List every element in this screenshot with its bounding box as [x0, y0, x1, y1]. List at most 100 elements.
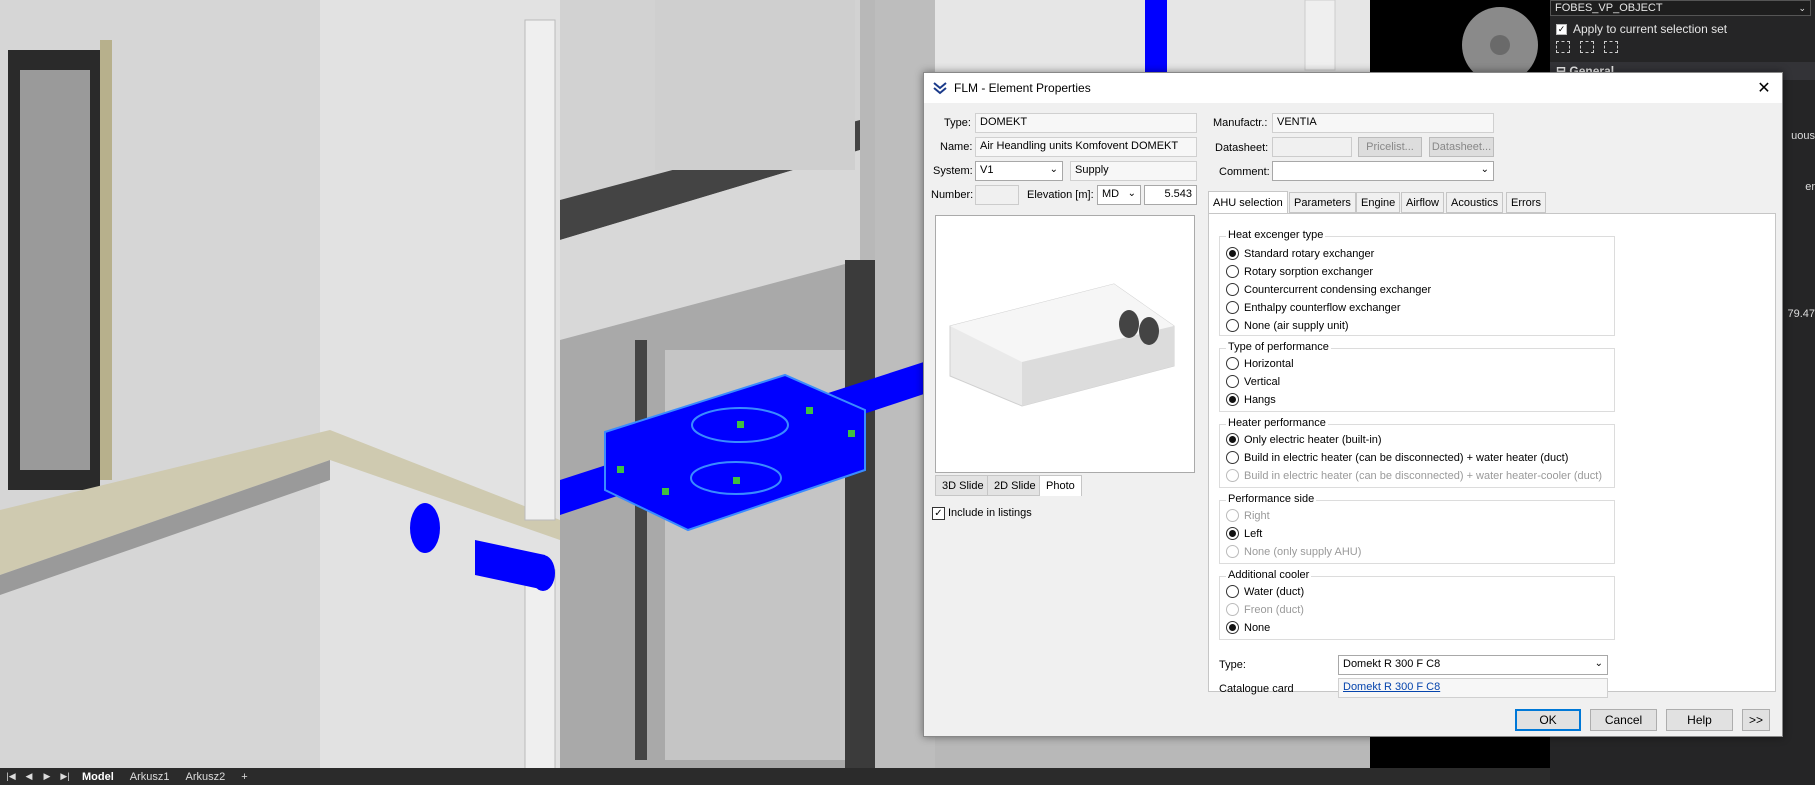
- radio-water-duct[interactable]: Water (duct): [1226, 585, 1304, 598]
- truncated-property-text: uous: [1791, 130, 1815, 142]
- pricelist-button[interactable]: Pricelist...: [1358, 137, 1422, 157]
- first-tab-button[interactable]: |◀: [4, 770, 18, 783]
- radio-button[interactable]: [1226, 265, 1239, 278]
- radio-button[interactable]: [1226, 621, 1239, 634]
- comment-select[interactable]: ⌄: [1272, 161, 1494, 181]
- additional-cooler-group: Additional cooler Water (duct) Freon (du…: [1219, 569, 1615, 640]
- radio-button[interactable]: [1226, 375, 1239, 388]
- name-label: Name:: [940, 141, 973, 153]
- chevron-down-icon: ⌄: [1594, 658, 1603, 669]
- radio-countercurrent[interactable]: Countercurrent condensing exchanger: [1226, 283, 1431, 296]
- cancel-button[interactable]: Cancel: [1590, 709, 1657, 731]
- chevron-down-icon: ⌄: [1127, 188, 1136, 199]
- product-photo-preview: [935, 215, 1195, 473]
- radio-standard-rotary[interactable]: Standard rotary exchanger: [1226, 247, 1374, 260]
- radio-button[interactable]: [1226, 509, 1239, 522]
- group-title: Type of performance: [1226, 341, 1331, 353]
- tab-engine[interactable]: Engine: [1356, 192, 1401, 213]
- prev-tab-button[interactable]: ◀: [22, 770, 36, 783]
- radio-button[interactable]: [1226, 469, 1239, 482]
- radio-button[interactable]: [1226, 451, 1239, 464]
- elevation-input[interactable]: 5.543: [1144, 185, 1197, 205]
- radio-electric-water-heater-cooler[interactable]: Build in electric heater (can be disconn…: [1226, 469, 1602, 482]
- heater-performance-group: Heater performance Only electric heater …: [1219, 417, 1615, 488]
- radio-right[interactable]: Right: [1226, 509, 1270, 522]
- radio-none-supply[interactable]: None (air supply unit): [1226, 319, 1349, 332]
- help-button[interactable]: Help: [1666, 709, 1733, 731]
- radio-none-only-supply[interactable]: None (only supply AHU): [1226, 545, 1361, 558]
- layout-tabbar: |◀ ◀ ▶ ▶| Model Arkusz1 Arkusz2 +: [0, 768, 1550, 785]
- tab-acoustics[interactable]: Acoustics: [1446, 192, 1504, 213]
- select-objects-icon[interactable]: [1556, 41, 1570, 53]
- system-select[interactable]: V1 ⌄: [975, 161, 1063, 181]
- radio-vertical[interactable]: Vertical: [1226, 375, 1280, 388]
- radio-none-cooler[interactable]: None: [1226, 621, 1270, 634]
- radio-electric-water-heater[interactable]: Build in electric heater (can be disconn…: [1226, 451, 1568, 464]
- radio-electric-heater[interactable]: Only electric heater (built-in): [1226, 433, 1382, 446]
- system-type-field[interactable]: Supply: [1070, 161, 1197, 181]
- radio-button[interactable]: [1226, 393, 1239, 406]
- chevron-down-icon: ⌄: [1049, 164, 1058, 175]
- catalogue-card-label: Catalogue card: [1219, 683, 1294, 695]
- tab-arkusz2[interactable]: Arkusz2: [180, 771, 232, 783]
- elevation-mode-select[interactable]: MD ⌄: [1097, 185, 1141, 205]
- group-title: Heat excenger type: [1226, 229, 1326, 241]
- ok-button[interactable]: OK: [1515, 709, 1581, 731]
- number-field[interactable]: [975, 185, 1019, 205]
- add-tab-button[interactable]: +: [235, 771, 253, 783]
- chevron-down-icon: ⌄: [1798, 2, 1806, 13]
- group-title: Performance side: [1226, 493, 1317, 505]
- tab-ahu-selection[interactable]: AHU selection: [1208, 191, 1288, 214]
- tab-arkusz1[interactable]: Arkusz1: [124, 771, 176, 783]
- tab-model[interactable]: Model: [76, 771, 120, 783]
- tab-airflow[interactable]: Airflow: [1401, 192, 1445, 213]
- manufacturer-field[interactable]: VENTIA: [1272, 113, 1494, 133]
- radio-button[interactable]: [1226, 527, 1239, 540]
- type-label: Type:: [944, 117, 971, 129]
- system-label: System:: [933, 165, 973, 177]
- radio-button[interactable]: [1226, 283, 1239, 296]
- catalogue-card-link[interactable]: Domekt R 300 F C8: [1343, 681, 1440, 693]
- radio-button[interactable]: [1226, 545, 1239, 558]
- flm-logo-icon: [933, 82, 947, 95]
- radio-button[interactable]: [1226, 585, 1239, 598]
- group-title: Heater performance: [1226, 417, 1328, 429]
- radio-button[interactable]: [1226, 433, 1239, 446]
- tab-photo[interactable]: Photo: [1039, 475, 1082, 496]
- include-listings-label: Include in listings: [948, 507, 1032, 519]
- radio-rotary-sorption[interactable]: Rotary sorption exchanger: [1226, 265, 1373, 278]
- radio-left[interactable]: Left: [1226, 527, 1262, 540]
- radio-button[interactable]: [1226, 603, 1239, 616]
- tab-3d-slide[interactable]: 3D Slide: [935, 475, 991, 496]
- radio-button[interactable]: [1226, 357, 1239, 370]
- name-field[interactable]: Air Heandling units Komfovent DOMEKT: [975, 137, 1197, 157]
- apply-selection-row[interactable]: ✓ Apply to current selection set: [1550, 20, 1815, 38]
- datasheet-button[interactable]: Datasheet...: [1429, 137, 1494, 157]
- radio-horizontal[interactable]: Horizontal: [1226, 357, 1294, 370]
- truncated-property-text: er: [1805, 181, 1815, 193]
- radio-button[interactable]: [1226, 319, 1239, 332]
- radio-button[interactable]: [1226, 301, 1239, 314]
- tab-errors[interactable]: Errors: [1506, 192, 1546, 213]
- radio-button[interactable]: [1226, 247, 1239, 260]
- dialog-title-bar[interactable]: FLM - Element Properties ✕: [924, 73, 1782, 103]
- type-field[interactable]: DOMEKT: [975, 113, 1197, 133]
- radio-freon-duct[interactable]: Freon (duct): [1226, 603, 1304, 616]
- remove-selection-icon[interactable]: [1580, 41, 1594, 53]
- object-type-combo[interactable]: FOBES_VP_OBJECT ⌄: [1550, 0, 1811, 16]
- group-title: Additional cooler: [1226, 569, 1312, 581]
- radio-hangs[interactable]: Hangs: [1226, 393, 1276, 406]
- model-type-select[interactable]: Domekt R 300 F C8 ⌄: [1338, 655, 1608, 675]
- next-tab-button[interactable]: ▶: [40, 770, 54, 783]
- type2-label: Type:: [1219, 659, 1246, 671]
- datasheet-field[interactable]: [1272, 137, 1352, 157]
- last-tab-button[interactable]: ▶|: [58, 770, 72, 783]
- close-icon[interactable]: ✕: [1754, 78, 1774, 98]
- tab-2d-slide[interactable]: 2D Slide: [987, 475, 1043, 496]
- add-selection-icon[interactable]: [1604, 41, 1618, 53]
- more-button[interactable]: >>: [1742, 709, 1770, 731]
- include-listings-checkbox[interactable]: ✓: [932, 507, 945, 520]
- tab-parameters[interactable]: Parameters: [1289, 192, 1356, 213]
- radio-enthalpy[interactable]: Enthalpy counterflow exchanger: [1226, 301, 1401, 314]
- apply-checkbox[interactable]: ✓: [1556, 23, 1567, 35]
